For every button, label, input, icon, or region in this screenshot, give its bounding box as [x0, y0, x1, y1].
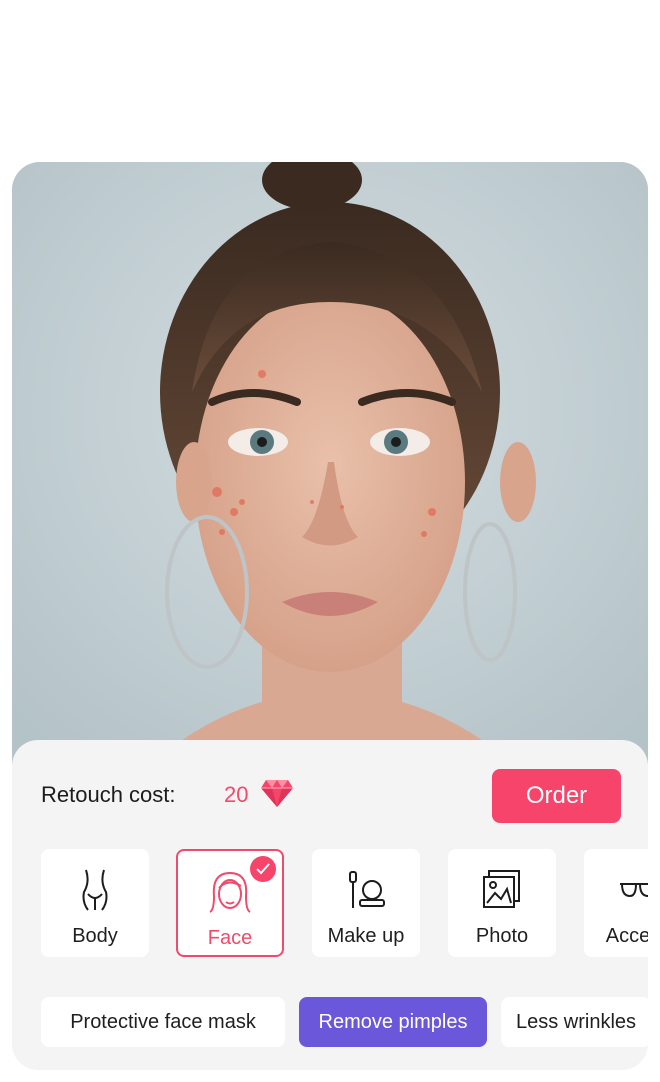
- order-button[interactable]: Order: [492, 769, 621, 823]
- portrait-photo: [12, 162, 648, 782]
- body-icon: [72, 867, 118, 913]
- category-face[interactable]: Face: [176, 849, 284, 957]
- option-remove-pimples[interactable]: Remove pimples: [299, 997, 487, 1047]
- category-makeup[interactable]: Make up: [312, 849, 420, 957]
- face-icon: [207, 869, 253, 915]
- option-less-wrinkles[interactable]: Less wrinkles: [501, 997, 648, 1047]
- category-label: Face: [207, 927, 253, 949]
- retouch-cost-label: Retouch cost:: [41, 782, 176, 807]
- portrait-image: [12, 162, 648, 782]
- gem-icon: [261, 780, 293, 807]
- category-label: Body: [72, 925, 118, 947]
- checkmark-icon: [250, 856, 276, 882]
- category-body[interactable]: Body: [41, 849, 149, 957]
- category-photo[interactable]: Photo: [448, 849, 556, 957]
- sunglasses-icon: [615, 867, 648, 913]
- category-label: Make up: [327, 925, 405, 947]
- category-label: Access: [605, 925, 648, 947]
- category-list: Body Face Make up Photo Acce: [41, 849, 648, 959]
- option-chips: Protective face mask Remove pimples Less…: [41, 997, 648, 1047]
- option-protective-face-mask[interactable]: Protective face mask: [41, 997, 285, 1047]
- makeup-icon: [343, 867, 389, 913]
- retouch-panel: Retouch cost: 20 Order Body Face Make up…: [12, 740, 648, 1070]
- retouch-cost-value: 20: [224, 782, 249, 807]
- category-accessories[interactable]: Access: [584, 849, 648, 957]
- category-label: Photo: [475, 925, 529, 947]
- photo-icon: [479, 867, 525, 913]
